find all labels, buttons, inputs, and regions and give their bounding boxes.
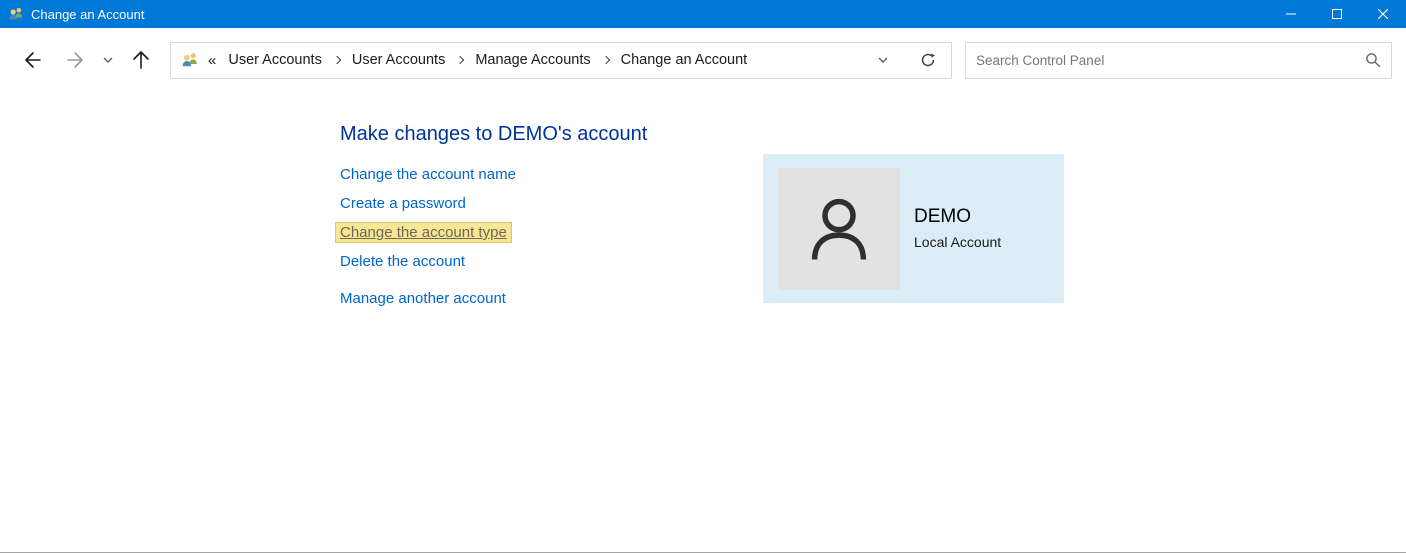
breadcrumb-item-change-an-account[interactable]: Change an Account [619,50,750,70]
account-panel: DEMO Local Account [763,154,1064,303]
address-dropdown-icon[interactable] [873,52,893,68]
search-box [965,42,1392,79]
breadcrumb-separator-icon[interactable] [456,56,464,64]
user-accounts-icon [8,6,24,22]
back-button[interactable] [18,47,46,73]
account-type-label: Local Account [914,234,1001,250]
breadcrumb-separator-icon[interactable] [333,56,341,64]
manage-another-account-link[interactable]: Manage another account [340,290,506,307]
delete-account-link[interactable]: Delete the account [340,253,465,270]
window-controls [1268,0,1406,28]
search-icon [1365,52,1381,68]
window-title: Change an Account [31,7,144,22]
recent-pages-dropdown-icon[interactable] [98,52,118,68]
breadcrumb-item-user-accounts-1[interactable]: User Accounts [226,50,324,70]
change-account-name-link[interactable]: Change the account name [340,166,516,183]
window: Change an Account [0,0,1406,553]
change-account-type-link[interactable]: Change the account type [336,223,511,242]
minimize-button[interactable] [1268,0,1314,28]
breadcrumb-separator-icon[interactable] [601,56,609,64]
breadcrumb-item-manage-accounts[interactable]: Manage Accounts [473,50,592,70]
up-button[interactable] [128,46,154,74]
content-area: Make changes to DEMO's account Change th… [0,92,1406,552]
create-password-link[interactable]: Create a password [340,195,466,212]
navigation-bar: « User Accounts User Accounts Manage Acc… [0,28,1406,92]
avatar [778,168,900,290]
nav-buttons [14,46,154,74]
page-title: Make changes to DEMO's account [340,123,1406,146]
refresh-icon[interactable] [915,47,941,73]
breadcrumb-overflow[interactable]: « [208,52,216,69]
account-info: DEMO Local Account [914,206,1001,250]
account-name: DEMO [914,206,1001,228]
control-panel-users-icon [181,51,199,69]
close-button[interactable] [1360,0,1406,28]
address-bar[interactable]: « User Accounts User Accounts Manage Acc… [170,42,952,79]
search-input[interactable] [976,53,1357,68]
titlebar: Change an Account [0,0,1406,28]
forward-button[interactable] [62,47,90,73]
maximize-button[interactable] [1314,0,1360,28]
breadcrumb-item-user-accounts-2[interactable]: User Accounts [350,50,448,70]
